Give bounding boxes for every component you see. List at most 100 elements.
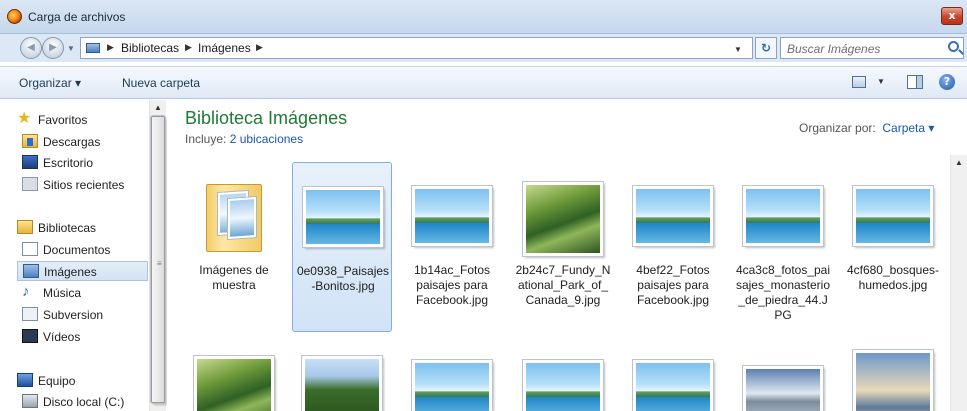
sidebar-scrollbar[interactable]: ▲ ≡	[149, 100, 166, 411]
forward-button[interactable]: ▶	[42, 37, 64, 59]
breadcrumb-bibliotecas[interactable]: Bibliotecas	[121, 41, 179, 55]
scroll-up-icon[interactable]: ▲	[955, 158, 963, 167]
forward-arrow-icon: ▶	[49, 42, 57, 53]
sidebar-item-bibliotecas[interactable]: Bibliotecas	[17, 218, 165, 238]
image-thumbnail	[412, 186, 492, 246]
file-item-selected[interactable]: 0e0938_Paisajes-Bonitos.jpg	[292, 162, 392, 332]
file-item[interactable]: 2b24c7_Fundy_National_Park_of_Canada_9.j…	[513, 162, 613, 332]
sidebar-item-documentos[interactable]: Documentos	[22, 240, 170, 260]
image-thumbnail	[303, 187, 383, 247]
file-name: 4bef22_Fotos paisajes para Facebook.jpg	[636, 263, 710, 307]
file-item[interactable]	[402, 336, 502, 411]
library-includes: Incluye: 2 ubicaciones	[185, 132, 303, 146]
close-button[interactable]: x	[941, 7, 963, 25]
window-title: Carga de archivos	[28, 10, 126, 24]
pictures-icon	[23, 264, 39, 278]
new-folder-button[interactable]: Nueva carpeta	[122, 76, 200, 90]
file-item[interactable]	[623, 336, 723, 411]
arrange-dropdown[interactable]: Carpeta ▾	[882, 121, 934, 135]
image-thumbnail	[743, 186, 823, 246]
firefox-icon	[7, 9, 22, 24]
back-button[interactable]: ◀	[20, 37, 42, 59]
sidebar-item-label: Imágenes	[44, 265, 97, 279]
image-thumbnail	[523, 182, 603, 256]
sidebar-item-descargas[interactable]: Descargas	[22, 132, 170, 152]
sidebar-item-label: Favoritos	[38, 113, 88, 127]
file-item[interactable]	[184, 336, 284, 411]
breadcrumb-chevron-icon[interactable]: ▶	[185, 42, 192, 53]
sidebar-item-musica[interactable]: ♪ Música	[22, 283, 170, 303]
file-list-pane: Biblioteca Imágenes Incluye: 2 ubicacion…	[167, 100, 967, 411]
locations-link[interactable]: 2 ubicaciones	[230, 132, 303, 146]
library-icon	[86, 43, 100, 53]
file-item[interactable]	[513, 336, 613, 411]
downloads-folder-icon	[22, 134, 38, 148]
address-row: ◀ ▶ ▼ ▶ Bibliotecas ▶ Imágenes ▶ ▼ ↻ Bus…	[0, 34, 967, 62]
sidebar-item-videos[interactable]: Vídeos	[22, 327, 170, 347]
search-input[interactable]: Buscar Imágenes	[780, 37, 964, 59]
search-icon[interactable]	[948, 41, 959, 52]
help-icon[interactable]: ?	[939, 74, 955, 90]
sidebar-item-label: Vídeos	[43, 330, 81, 344]
view-dropdown-icon[interactable]: ▼	[877, 77, 885, 86]
file-name: 4cf680_bosques-humedos.jpg	[846, 263, 940, 292]
file-name: 2b24c7_Fundy_National_Park_of_Canada_9.j…	[515, 263, 611, 307]
content-scrollbar[interactable]: ▲	[950, 155, 967, 411]
grip-icon: ≡	[157, 259, 162, 268]
image-thumbnail	[853, 186, 933, 246]
change-view-icon[interactable]	[852, 76, 866, 88]
breadcrumb-chevron-icon[interactable]: ▶	[256, 42, 263, 53]
refresh-button[interactable]: ↻	[755, 37, 777, 59]
file-item[interactable]: 4cf680_bosques-humedos.jpg	[843, 162, 943, 332]
arrange-by: Organizar por: Carpeta ▾	[799, 121, 934, 135]
image-thumbnail	[412, 360, 492, 411]
sidebar-item-imagenes[interactable]: Imágenes	[17, 261, 148, 281]
file-item[interactable]	[733, 336, 833, 411]
image-thumbnail	[853, 350, 933, 411]
sidebar-item-label: Sitios recientes	[43, 178, 125, 192]
address-bar[interactable]: ▶ Bibliotecas ▶ Imágenes ▶ ▼	[80, 37, 753, 59]
library-title: Biblioteca Imágenes	[185, 108, 348, 128]
file-item[interactable]	[843, 336, 943, 411]
preview-pane-icon[interactable]	[907, 75, 923, 89]
libraries-icon	[17, 220, 33, 234]
file-name: 4ca3c8_fotos_paisajes_monasterio_de_pied…	[735, 263, 831, 322]
file-item-folder[interactable]: Imágenes de muestra	[184, 162, 284, 332]
sidebar-item-label: Documentos	[43, 243, 111, 257]
sidebar-item-label: Bibliotecas	[38, 221, 97, 235]
photo-folder-icon	[206, 180, 262, 252]
scroll-up-icon[interactable]: ▲	[154, 103, 162, 112]
file-item[interactable]: 4ca3c8_fotos_paisajes_monasterio_de_pied…	[733, 162, 833, 332]
includes-label: Incluye:	[185, 132, 227, 146]
sidebar-item-label: Escritorio	[43, 156, 94, 170]
image-thumbnail	[633, 186, 713, 246]
organize-button[interactable]: Organizar ▾	[19, 76, 81, 90]
sidebar-item-sitios-recientes[interactable]: Sitios recientes	[22, 175, 170, 195]
breadcrumb-chevron-icon[interactable]: ▶	[107, 42, 114, 53]
sidebar-item-favoritos[interactable]: ★ Favoritos	[17, 110, 165, 130]
image-thumbnail	[302, 356, 382, 411]
desktop-icon	[22, 155, 38, 169]
breadcrumb-imagenes[interactable]: Imágenes	[198, 41, 251, 55]
command-bar: Organizar ▾ Nueva carpeta ▼ ?	[0, 66, 967, 99]
file-item[interactable]	[292, 336, 392, 411]
sidebar-item-equipo[interactable]: Equipo	[17, 371, 165, 391]
file-item[interactable]: 4bef22_Fotos paisajes para Facebook.jpg	[623, 162, 723, 332]
sidebar-item-subversion[interactable]: Subversion	[22, 305, 170, 325]
file-name: 0e0938_Paisajes-Bonitos.jpg	[296, 264, 390, 293]
computer-icon	[17, 373, 33, 387]
address-dropdown-icon[interactable]: ▼	[734, 45, 742, 54]
sidebar-item-label: Descargas	[43, 135, 101, 149]
sidebar-item-label: Equipo	[38, 374, 76, 388]
recent-pages-dropdown-icon[interactable]: ▼	[67, 44, 75, 53]
file-item[interactable]: 1b14ac_Fotos paisajes para Facebook.jpg	[402, 162, 502, 332]
image-thumbnail	[523, 360, 603, 411]
search-placeholder: Buscar Imágenes	[787, 42, 881, 56]
scrollbar-thumb[interactable]: ≡	[151, 116, 165, 403]
sidebar-item-escritorio[interactable]: Escritorio	[22, 153, 170, 173]
sidebar-item-label: Música	[43, 286, 82, 300]
sidebar-item-disco-local[interactable]: Disco local (C:)	[22, 392, 170, 411]
back-arrow-icon: ◀	[27, 42, 35, 53]
subversion-icon	[22, 307, 38, 321]
sidebar-item-label: Disco local (C:)	[43, 395, 125, 409]
